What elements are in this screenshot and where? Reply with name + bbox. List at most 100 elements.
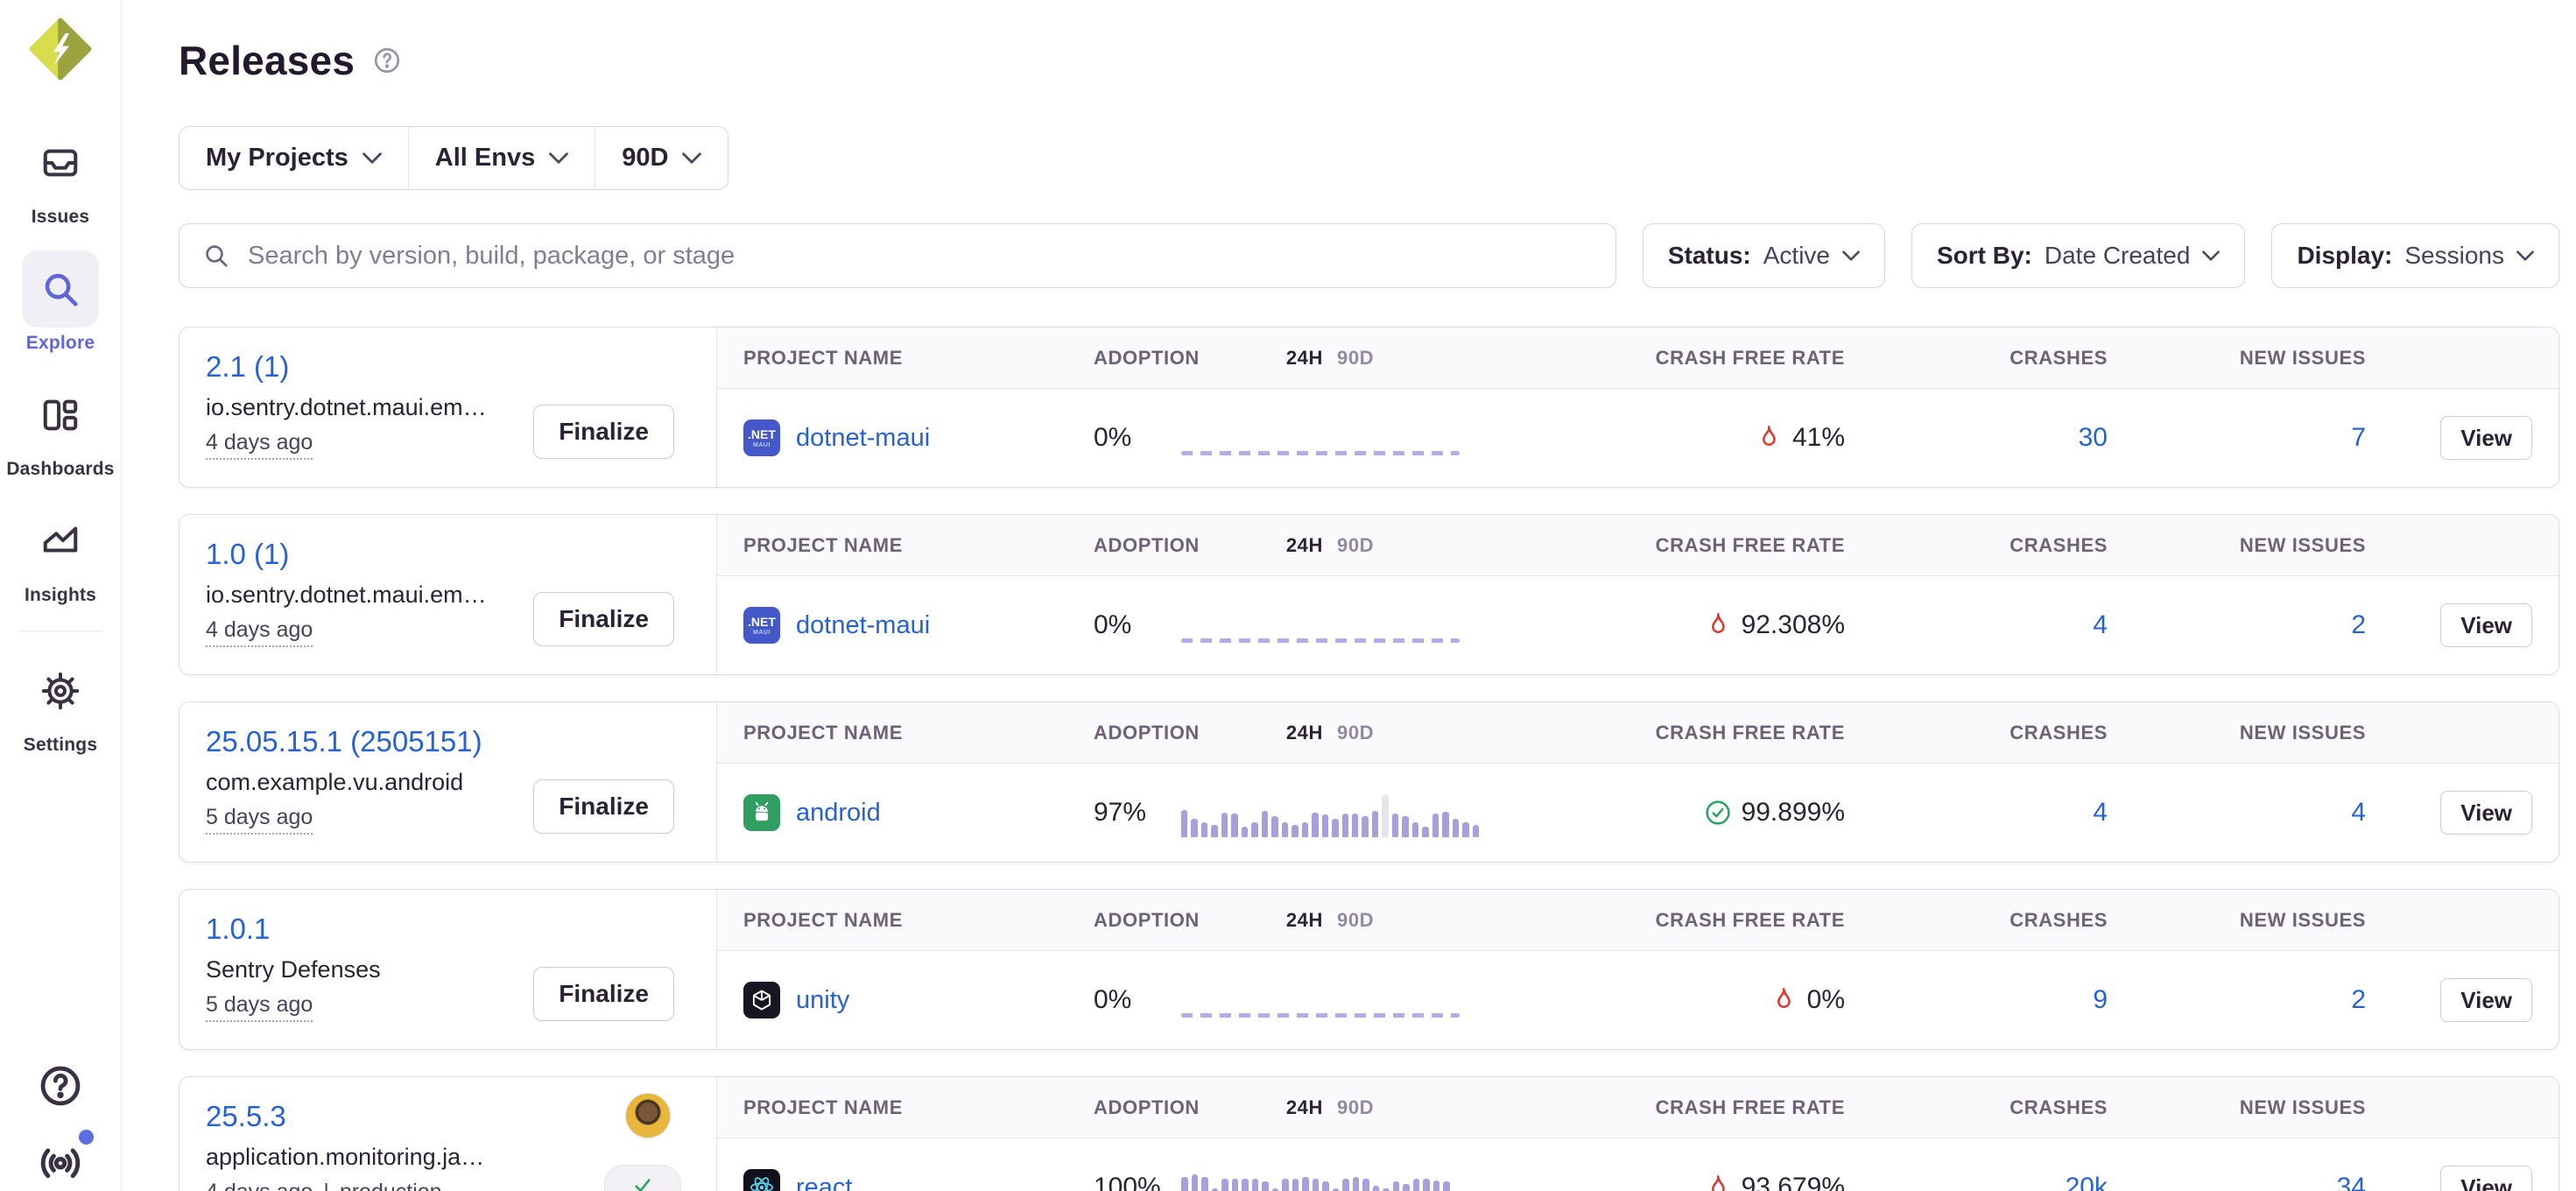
adoption-sparkline: [1181, 413, 1479, 462]
android-platform-icon: [743, 794, 780, 831]
col-header-new-issues: NEW ISSUES: [2108, 722, 2366, 744]
period-toggle-90d[interactable]: 90D: [1337, 347, 1374, 370]
release-info: 2.1 (1) io.sentry.dotnet.maui.em… 4 days…: [179, 328, 717, 487]
sidebar-item-issues[interactable]: Issues: [22, 124, 99, 228]
view-button[interactable]: View: [2440, 791, 2532, 835]
project-link[interactable]: android: [796, 799, 881, 828]
adoption-bar: [1382, 795, 1388, 837]
release-date[interactable]: 4 days ago: [206, 617, 313, 647]
view-button[interactable]: View: [2440, 978, 2532, 1022]
adoption-bar: [1342, 814, 1348, 837]
col-header-crash-free-rate: CRASH FREE RATE: [1479, 909, 1845, 932]
date-range-filter-dropdown[interactable]: 90D: [595, 127, 728, 189]
period-toggle-24h[interactable]: 24H: [1286, 909, 1323, 932]
release-version-link[interactable]: 25.05.15.1 (2505151): [206, 725, 482, 758]
period-toggle-90d[interactable]: 90D: [1337, 909, 1374, 932]
crashes-link[interactable]: 4: [2093, 798, 2108, 827]
release-date[interactable]: 4 days ago: [206, 1180, 313, 1191]
release-version-link[interactable]: 1.0 (1): [206, 538, 289, 571]
crashes-link[interactable]: 4: [2093, 610, 2108, 639]
environment-filter-value: All Envs: [435, 144, 535, 173]
finalize-button[interactable]: Finalize: [533, 779, 674, 834]
adoption-bar: [1313, 1179, 1320, 1191]
search-input[interactable]: [246, 241, 1593, 271]
adoption-bar: [1362, 1179, 1369, 1191]
release-table: PROJECT NAME ADOPTION 24H 90D CRASH FREE…: [717, 1077, 2558, 1191]
sentry-logo-icon[interactable]: [29, 18, 92, 81]
display-dropdown[interactable]: Display: Sessions: [2271, 223, 2559, 288]
adoption-bar: [1392, 814, 1398, 837]
sidebar-label-issues: Issues: [32, 207, 90, 228]
status-dropdown[interactable]: Status: Active: [1643, 223, 1885, 288]
crashes-link[interactable]: 20k: [2066, 1173, 2108, 1191]
new-issues-link[interactable]: 34: [2337, 1173, 2366, 1191]
release-version-link[interactable]: 2.1 (1): [206, 350, 289, 384]
chevron-down-icon: [549, 152, 568, 164]
dashboards-icon: [22, 377, 99, 454]
adoption-bar: [1242, 1179, 1249, 1191]
period-toggle-24h[interactable]: 24H: [1286, 722, 1323, 744]
new-issues-link[interactable]: 2: [2351, 610, 2366, 639]
release-date[interactable]: 5 days ago: [206, 805, 313, 835]
period-toggle-90d[interactable]: 90D: [1337, 1096, 1374, 1119]
release-version-link[interactable]: 25.5.3: [206, 1100, 286, 1133]
view-button[interactable]: View: [2440, 1166, 2532, 1191]
unity-platform-icon: [743, 982, 780, 1018]
adoption-sparkline: [1181, 976, 1479, 1025]
view-button[interactable]: View: [2440, 603, 2532, 647]
release-table: PROJECT NAME ADOPTION 24H 90D CRASH FREE…: [717, 702, 2558, 862]
finalize-button[interactable]: Finalize: [533, 967, 674, 1021]
broadcast-icon[interactable]: [36, 1137, 85, 1186]
project-filter-dropdown[interactable]: My Projects: [179, 127, 408, 189]
sort-by-dropdown[interactable]: Sort By: Date Created: [1911, 223, 2245, 288]
new-issues-cell: 2: [2351, 985, 2366, 1015]
crashes-cell: 4: [2093, 610, 2108, 640]
sidebar-item-explore[interactable]: Explore: [22, 250, 99, 354]
new-issues-link[interactable]: 4: [2351, 798, 2366, 827]
project-link[interactable]: unity: [796, 986, 849, 1015]
table-header-row: PROJECT NAME ADOPTION 24H 90D CRASH FREE…: [717, 702, 2558, 764]
release-info: 25.5.3 application.monitoring.ja… 4 days…: [179, 1077, 717, 1191]
adoption-bar: [1181, 810, 1187, 837]
release-date[interactable]: 4 days ago: [206, 430, 313, 460]
finalized-status-pill[interactable]: [604, 1165, 681, 1191]
new-issues-cell: 7: [2351, 423, 2366, 453]
project-link[interactable]: dotnet-maui: [796, 424, 930, 453]
page-title-help-icon[interactable]: [372, 46, 402, 75]
search-box[interactable]: [179, 223, 1616, 288]
release-version-link[interactable]: 1.0.1: [206, 913, 270, 946]
period-toggle-90d[interactable]: 90D: [1337, 534, 1374, 557]
help-icon[interactable]: [36, 1061, 85, 1110]
sidebar-item-insights[interactable]: Insights: [22, 503, 99, 606]
crashes-link[interactable]: 30: [2079, 423, 2108, 452]
project-row: .NETMAUI dotnet-maui 0% 41%: [717, 389, 2558, 487]
project-link[interactable]: react: [796, 1173, 852, 1191]
new-issues-link[interactable]: 2: [2351, 985, 2366, 1014]
period-toggle-90d[interactable]: 90D: [1337, 722, 1374, 744]
finalize-button[interactable]: Finalize: [533, 592, 674, 646]
release-card: 1.0.1 Sentry Defenses 5 days ago Finaliz…: [179, 889, 2559, 1050]
period-toggle-24h[interactable]: 24H: [1286, 1096, 1323, 1119]
new-issues-link[interactable]: 7: [2351, 423, 2366, 452]
date-range-filter-value: 90D: [622, 144, 668, 173]
finalize-button[interactable]: Finalize: [533, 405, 674, 459]
period-toggle-24h[interactable]: 24H: [1286, 534, 1323, 557]
adoption-sparkline: [1181, 1163, 1479, 1191]
view-button[interactable]: View: [2440, 416, 2532, 460]
sidebar-item-settings[interactable]: Settings: [22, 652, 99, 756]
period-toggle-24h[interactable]: 24H: [1286, 347, 1323, 370]
crashes-cell: 4: [2093, 798, 2108, 828]
sidebar-item-dashboards[interactable]: Dashboards: [6, 377, 114, 480]
adoption-bar: [1373, 1186, 1380, 1191]
view-cell: View: [2440, 1166, 2532, 1191]
release-info: 1.0 (1) io.sentry.dotnet.maui.em… 4 days…: [179, 515, 717, 674]
release-owner-avatar[interactable]: [625, 1093, 671, 1138]
project-link[interactable]: dotnet-maui: [796, 611, 930, 640]
issues-icon: [22, 124, 99, 201]
crashes-link[interactable]: 9: [2093, 985, 2108, 1014]
adoption-bar: [1231, 814, 1237, 837]
release-date[interactable]: 5 days ago: [206, 992, 313, 1022]
meta-separator: |: [323, 1180, 329, 1191]
project-row: .NETMAUI dotnet-maui 0% 92.308%: [717, 576, 2558, 674]
environment-filter-dropdown[interactable]: All Envs: [408, 127, 595, 189]
